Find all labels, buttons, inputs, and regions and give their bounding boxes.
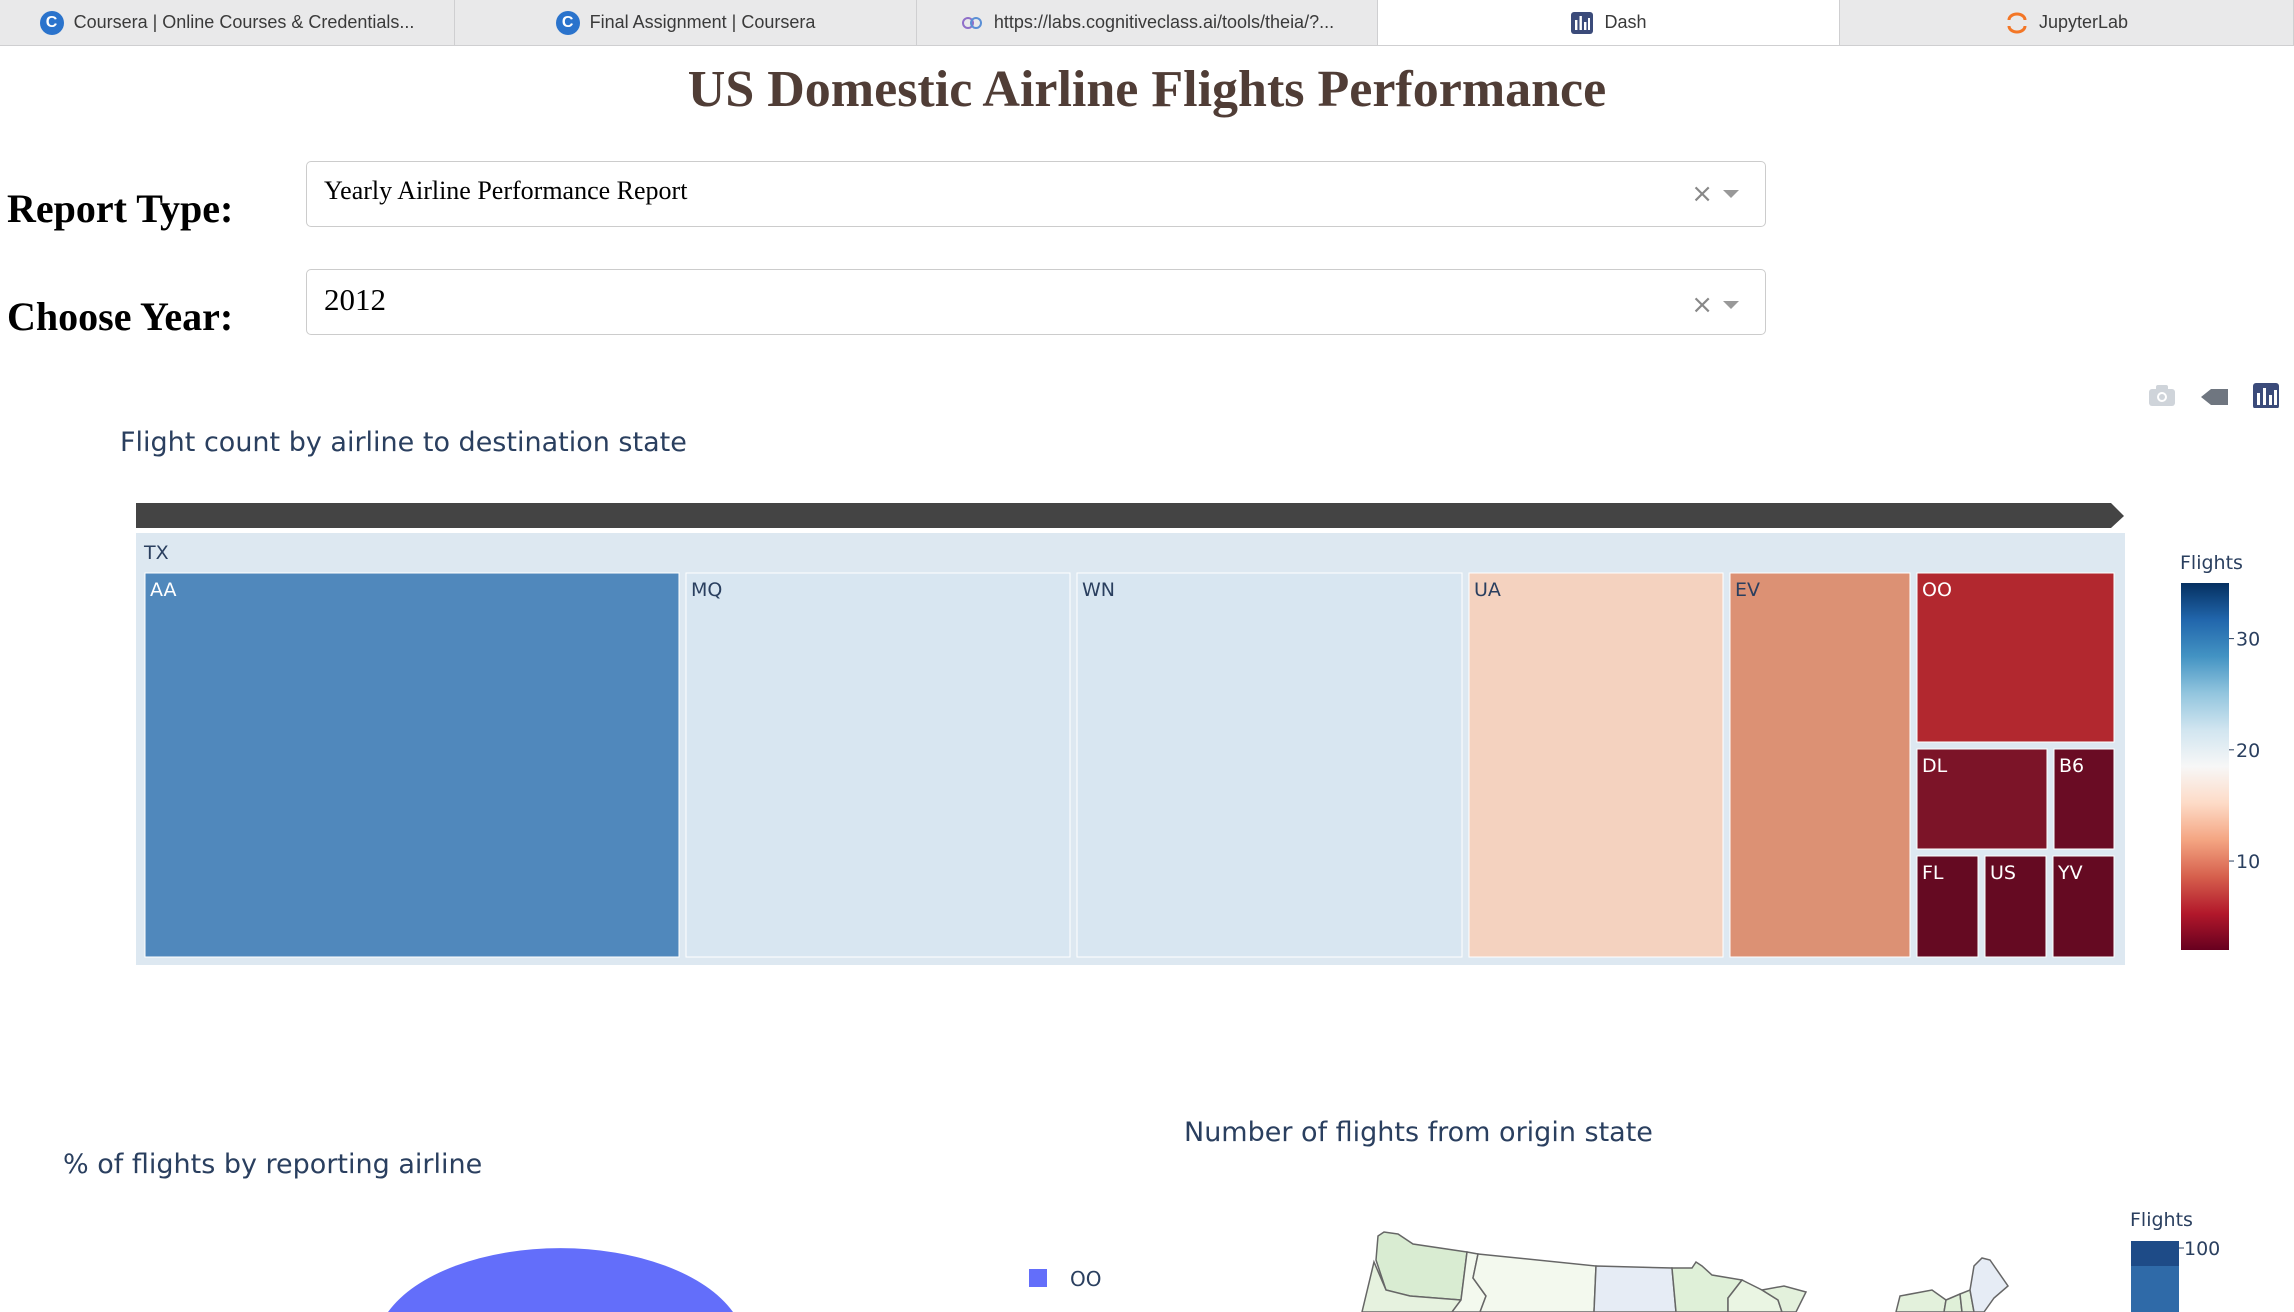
dash-icon [1571, 11, 1594, 34]
treemap-pathbar[interactable] [136, 503, 2124, 528]
plotly-logo-icon[interactable] [2253, 383, 2279, 408]
treemap-tile-yv[interactable] [2052, 855, 2115, 958]
colorbar-tick-label: 20 [2236, 740, 2260, 762]
browser-tab-bar: C Coursera | Online Courses & Credential… [0, 0, 2294, 46]
treemap-tile-wn[interactable] [1076, 572, 1463, 958]
tab-final-assignment[interactable]: C Final Assignment | Coursera [455, 0, 917, 45]
treemap-tile-ua[interactable] [1468, 572, 1724, 958]
treemap-tile-aa[interactable] [144, 572, 680, 958]
tag-icon[interactable] [2201, 389, 2228, 405]
tab-title: https://labs.cognitiveclass.ai/tools/the… [993, 12, 1335, 32]
map-title: Number of flights from origin state [1184, 1117, 1653, 1148]
colorbar-tick-label: 30 [2236, 629, 2260, 651]
tab-coursera-home[interactable]: C Coursera | Online Courses & Credential… [0, 0, 455, 45]
state-vt[interactable] [1943, 1292, 1963, 1312]
coursera-icon: C [39, 10, 64, 35]
state-me[interactable] [1969, 1257, 2010, 1312]
tab-jupyterlab[interactable]: JupyterLab [1840, 0, 2294, 45]
treemap-tile-ev[interactable] [1729, 572, 1911, 958]
state-mt[interactable] [1472, 1253, 1597, 1312]
tab-title: Dash [1604, 12, 1647, 32]
map-colorbar [2131, 1241, 2179, 1312]
page-title: US Domestic Airline Flights Performance [687, 61, 1607, 118]
colorbar-tick-label: 10 [2236, 851, 2260, 873]
chevron-down-icon[interactable] [1723, 301, 1739, 309]
pie-slice-oo[interactable] [388, 1248, 733, 1312]
report-type-value: Yearly Airline Performance Report [324, 176, 688, 205]
tab-theia[interactable]: https://labs.cognitiveclass.ai/tools/the… [917, 0, 1378, 45]
state-nd[interactable] [1593, 1265, 1677, 1312]
map-colorbar-tick-label: 100 [2184, 1238, 2220, 1260]
treemap-tile-oo[interactable] [1916, 572, 2115, 743]
tab-title: JupyterLab [2038, 12, 2129, 32]
year-dropdown[interactable]: 2012 × [306, 269, 1766, 335]
clear-icon[interactable]: × [1691, 292, 1713, 318]
tab-dash[interactable]: Dash [1378, 0, 1840, 45]
report-type-dropdown[interactable]: Yearly Airline Performance Report × [306, 161, 1766, 227]
map-colorbar-top [2131, 1241, 2179, 1266]
chevron-down-icon[interactable] [1723, 190, 1739, 198]
treemap-tile-us[interactable] [1984, 855, 2047, 958]
clear-icon[interactable]: × [1691, 181, 1713, 207]
pie-title: % of flights by reporting airline [63, 1149, 483, 1180]
state-wa[interactable] [1375, 1231, 1468, 1301]
state-ny[interactable] [1895, 1289, 1947, 1312]
colorbar [2181, 583, 2229, 950]
year-value: 2012 [324, 282, 386, 317]
treemap-tile-fl[interactable] [1916, 855, 1979, 958]
legend-swatch-oo[interactable] [1029, 1269, 1047, 1287]
legend-label-oo: OO [1070, 1267, 1101, 1291]
treemap-title: Flight count by airline to destination s… [120, 427, 687, 458]
colorbar-title: Flights [2180, 552, 2243, 574]
choose-year-label: Choose Year: [7, 294, 234, 339]
plotly-modebar [2149, 383, 2279, 408]
coursera-icon: C [555, 10, 580, 35]
treemap-tile-dl[interactable] [1916, 748, 2048, 850]
treemap-tile-b6[interactable] [2053, 748, 2115, 850]
report-type-label: Report Type: [7, 186, 234, 231]
treemap-tile-mq[interactable] [685, 572, 1071, 958]
theia-icon [961, 16, 982, 29]
tab-title: Final Assignment | Coursera [589, 12, 816, 32]
us-state-shapes [1361, 1231, 2010, 1312]
camera-icon[interactable] [2149, 385, 2175, 406]
tab-title: Coursera | Online Courses & Credentials.… [73, 12, 415, 32]
map-colorbar-title: Flights [2130, 1209, 2193, 1231]
jupyter-icon [2007, 12, 2027, 33]
